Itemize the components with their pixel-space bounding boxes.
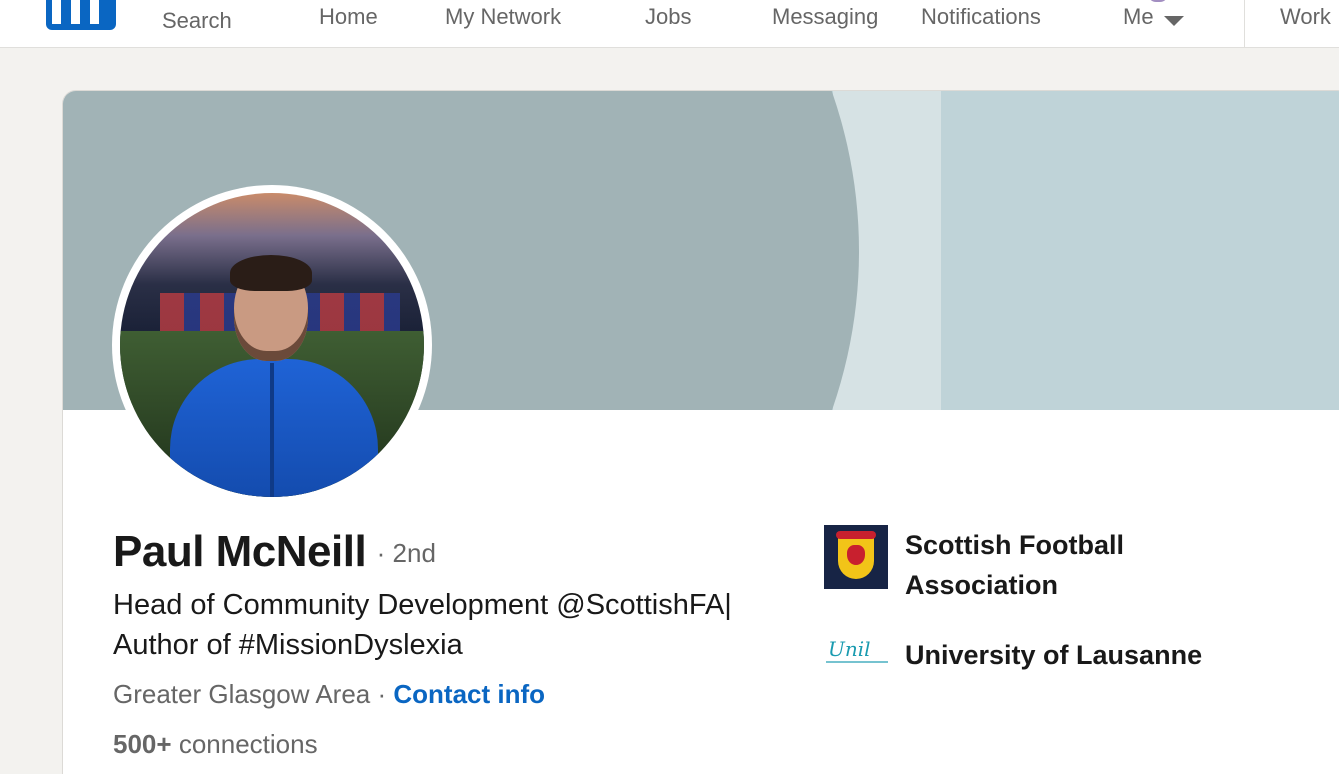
profile-name: Paul McNeill: [113, 527, 367, 576]
profile-location: Greater Glasgow Area: [113, 679, 371, 709]
nav-work[interactable]: Work: [1280, 4, 1331, 30]
nav-jobs[interactable]: Jobs: [645, 4, 691, 30]
me-avatar-icon[interactable]: [1148, 0, 1168, 2]
unil-logo: Unil: [824, 631, 888, 671]
nav-home[interactable]: Home: [319, 4, 378, 30]
school-name: University of Lausanne: [905, 640, 1203, 670]
scottish-fa-logo: [824, 525, 888, 589]
location-row: Greater Glasgow Area · Contact info: [113, 679, 545, 710]
profile-photo[interactable]: [112, 185, 432, 505]
nav-notifications[interactable]: Notifications: [921, 4, 1041, 30]
connection-degree-badge: · 2nd: [376, 538, 436, 568]
profile-headline: Head of Community Development @ScottishF…: [113, 589, 732, 661]
current-company[interactable]: Scottish Football Association: [824, 525, 1235, 605]
education-school[interactable]: Unil University of Lausanne: [824, 635, 1235, 675]
separator-dot: ·: [377, 679, 387, 709]
nav-divider: [1244, 0, 1245, 48]
connections-label: connections: [178, 729, 318, 759]
nav-search[interactable]: Search: [162, 8, 232, 34]
profile-photo-image: [120, 193, 424, 497]
nav-me[interactable]: Me: [1123, 4, 1154, 30]
company-name: Scottish Football Association: [905, 530, 1124, 600]
contact-info-link[interactable]: Contact info: [393, 679, 545, 709]
profile-card: Paul McNeill · 2nd Head of Community Dev…: [62, 90, 1339, 774]
nav-messaging[interactable]: Messaging: [772, 4, 878, 30]
chevron-down-icon[interactable]: [1164, 16, 1184, 26]
nav-my-network[interactable]: My Network: [445, 4, 561, 30]
connections-row[interactable]: 500+ connections: [113, 729, 318, 760]
connections-count: 500+: [113, 729, 172, 759]
profile-name-row: Paul McNeill · 2nd: [113, 527, 436, 577]
linkedin-logo-icon[interactable]: [46, 0, 116, 30]
top-navigation-bar: Search Home My Network Jobs Messaging No…: [0, 0, 1339, 48]
